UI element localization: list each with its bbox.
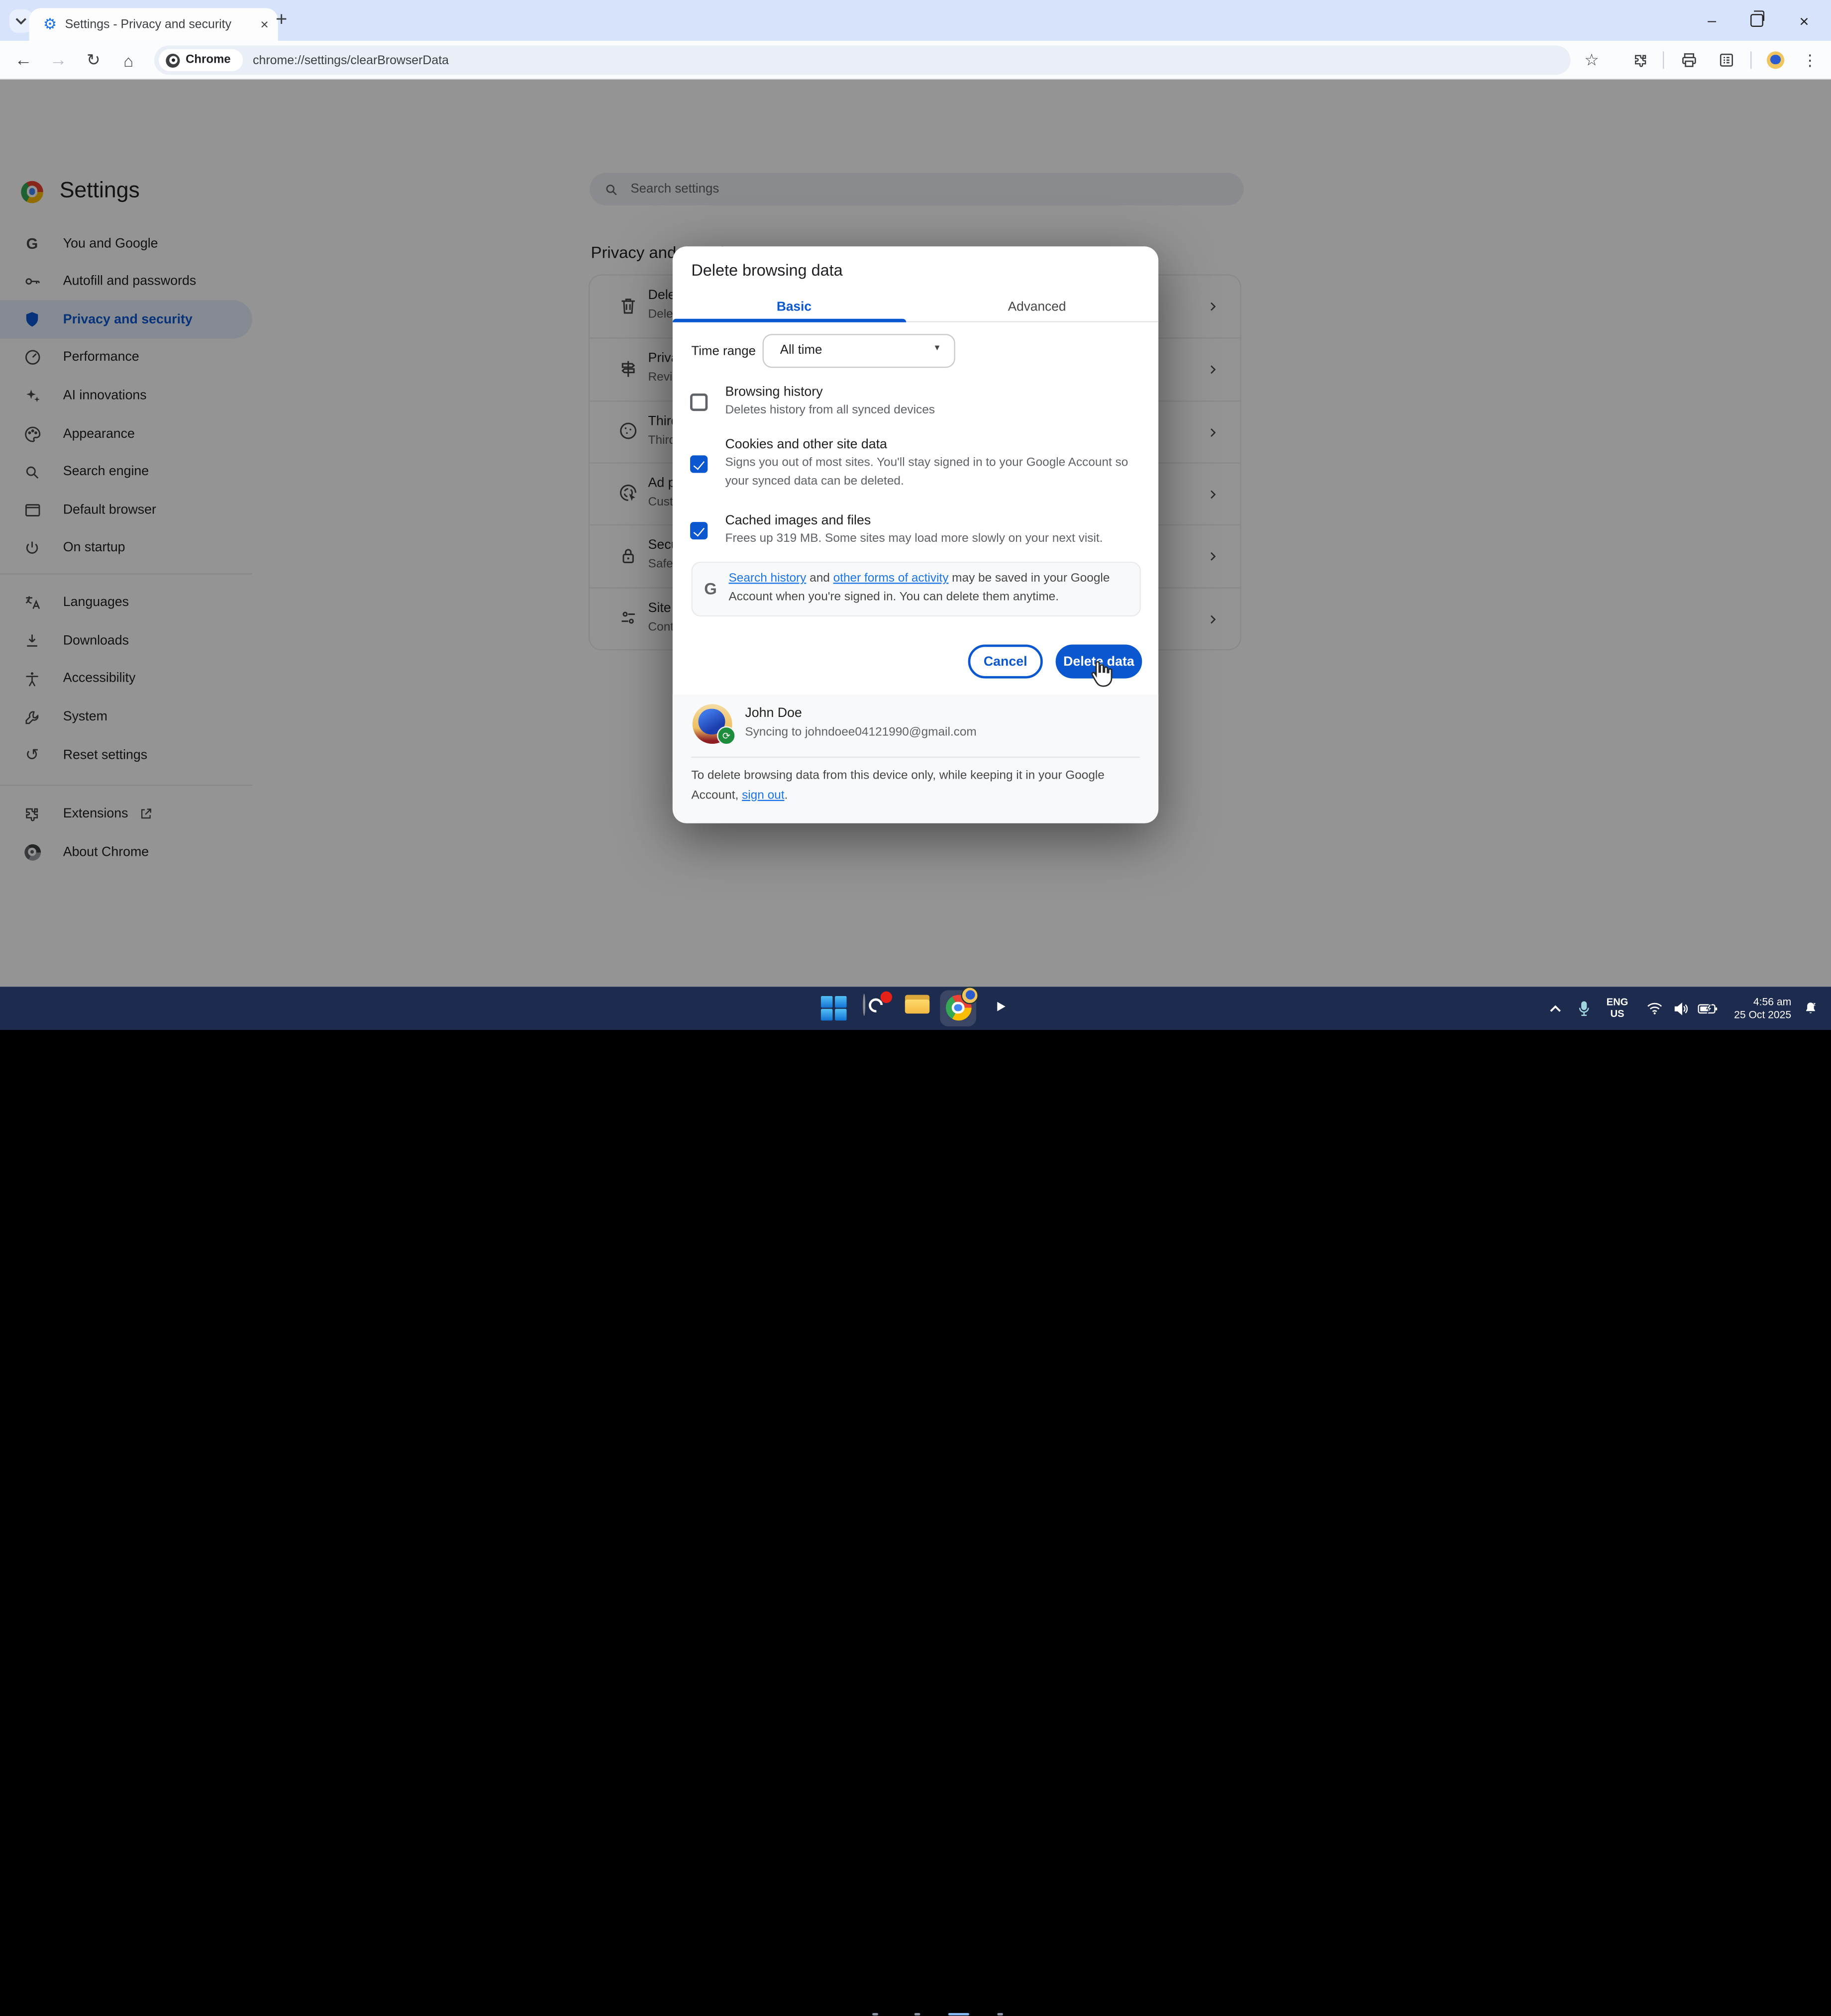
checkbox-label: Cached images and files bbox=[725, 513, 871, 528]
tray-time: 4:56 am bbox=[1753, 996, 1792, 1008]
account-sync-status: Syncing to johndoee04121990@gmail.com bbox=[745, 726, 977, 739]
checkbox-cached-images[interactable] bbox=[690, 522, 708, 540]
google-g-icon: G bbox=[704, 579, 717, 598]
chevron-up-icon bbox=[1550, 1005, 1561, 1011]
checkbox-description: Deletes history from all synced devices bbox=[725, 404, 935, 417]
footer-note: To delete browsing data from this device… bbox=[691, 769, 1105, 802]
running-app-indicator bbox=[997, 2012, 1004, 2016]
time-range-select[interactable]: All time ▼ bbox=[762, 334, 955, 368]
active-app-indicator bbox=[948, 2012, 969, 2016]
forward-button[interactable]: → bbox=[42, 41, 75, 79]
url-text[interactable]: chrome://settings/clearBrowserData bbox=[253, 53, 449, 67]
new-tab-button[interactable]: + bbox=[266, 4, 297, 35]
browser-toolbar: ← → ↻ ⌂ Chrome chrome://settings/clearBr… bbox=[0, 41, 1831, 80]
back-button[interactable]: ← bbox=[7, 41, 40, 79]
screen: ⚙ Settings - Privacy and security × + – … bbox=[0, 0, 1831, 2016]
volume-tray-icon[interactable] bbox=[1667, 987, 1693, 1030]
reload-button[interactable]: ↻ bbox=[77, 41, 110, 79]
account-name: John Doe bbox=[745, 706, 802, 721]
browser-tab[interactable]: ⚙ Settings - Privacy and security × bbox=[29, 8, 278, 41]
sign-out-link[interactable]: sign out bbox=[742, 789, 784, 802]
bookmark-star-icon[interactable]: ☆ bbox=[1576, 41, 1607, 79]
window-restore-button[interactable] bbox=[1736, 0, 1776, 41]
running-app-indicator bbox=[872, 2012, 878, 2016]
media-player-icon[interactable] bbox=[988, 995, 1014, 1021]
search-history-link[interactable]: Search history bbox=[728, 572, 806, 585]
windows-taskbar: ENG US 4:56 am 25 Oct 2025 z bbox=[0, 986, 1831, 2016]
extensions-icon[interactable] bbox=[1626, 41, 1656, 79]
reading-list-panel-icon[interactable] bbox=[1710, 41, 1742, 79]
file-explorer-icon[interactable] bbox=[905, 995, 931, 1021]
tab-title: Settings - Privacy and security bbox=[65, 17, 232, 32]
footer-divider bbox=[691, 756, 1140, 758]
checkbox-description: Frees up 319 MB. Some sites may load mor… bbox=[725, 532, 1103, 546]
site-info-chip[interactable]: Chrome bbox=[159, 49, 242, 72]
chevron-down-icon bbox=[15, 18, 26, 25]
address-bar[interactable]: Chrome chrome://settings/clearBrowserDat… bbox=[154, 45, 1571, 75]
dropdown-caret-icon: ▼ bbox=[933, 344, 941, 353]
tray-show-hidden-icons[interactable] bbox=[1544, 987, 1567, 1030]
checkbox-label: Browsing history bbox=[725, 385, 823, 400]
active-tab-underline bbox=[672, 318, 907, 322]
profile-badge bbox=[961, 986, 979, 1004]
tab-advanced[interactable]: Advanced bbox=[916, 291, 1158, 323]
running-app-indicator bbox=[914, 2012, 920, 2016]
time-range-value: All time bbox=[780, 343, 822, 358]
language-indicator[interactable]: ENG US bbox=[1602, 987, 1632, 1030]
tray-date: 25 Oct 2025 bbox=[1734, 1008, 1792, 1020]
toolbar-separator bbox=[1663, 51, 1664, 69]
chrome-app-active[interactable] bbox=[940, 986, 979, 1026]
info-text: Search history and other forms of activi… bbox=[728, 572, 1110, 604]
browser-titlebar: ⚙ Settings - Privacy and security × + – … bbox=[0, 0, 1831, 41]
microphone-tray-icon[interactable] bbox=[1572, 987, 1595, 1030]
start-button[interactable] bbox=[820, 995, 847, 1021]
notification-bell-icon[interactable]: z bbox=[1798, 987, 1822, 1030]
cancel-button[interactable]: Cancel bbox=[968, 644, 1043, 679]
chrome-site-icon bbox=[166, 53, 180, 67]
settings-gear-icon: ⚙ bbox=[43, 15, 57, 33]
google-account-info-box: G Search history and other forms of acti… bbox=[691, 561, 1141, 617]
clock[interactable]: 4:56 am 25 Oct 2025 bbox=[1714, 987, 1791, 1030]
obs-app-icon[interactable] bbox=[863, 991, 893, 1021]
dialog-footer: ⟳ John Doe Syncing to johndoee04121990@g… bbox=[672, 695, 1159, 823]
home-button[interactable]: ⌂ bbox=[112, 41, 145, 79]
window-close-button[interactable]: × bbox=[1784, 0, 1824, 41]
checkbox-label: Cookies and other site data bbox=[725, 438, 887, 452]
window-minimize-button[interactable]: – bbox=[1692, 0, 1732, 41]
delete-browsing-data-dialog: Delete browsing data Basic Advanced Time… bbox=[672, 246, 1159, 823]
checkbox-cookies[interactable] bbox=[690, 455, 708, 473]
svg-text:z: z bbox=[1813, 1002, 1815, 1007]
browser-menu-icon[interactable]: ⋮ bbox=[1796, 41, 1824, 79]
other-activity-link[interactable]: other forms of activity bbox=[833, 572, 949, 585]
dialog-title: Delete browsing data bbox=[691, 261, 843, 279]
site-chip-label: Chrome bbox=[186, 53, 231, 67]
profile-avatar[interactable] bbox=[1758, 41, 1791, 79]
print-icon[interactable] bbox=[1672, 41, 1705, 79]
toolbar-separator bbox=[1750, 51, 1752, 69]
mouse-cursor bbox=[1086, 659, 1117, 689]
sync-badge-icon: ⟳ bbox=[717, 726, 736, 745]
account-avatar: ⟳ bbox=[692, 704, 736, 745]
time-range-label: Time range bbox=[691, 344, 756, 359]
recording-badge bbox=[880, 991, 893, 1004]
checkbox-description: Signs you out of most sites. You'll stay… bbox=[725, 456, 1128, 489]
wifi-tray-icon[interactable] bbox=[1642, 987, 1668, 1030]
checkbox-browsing-history[interactable] bbox=[690, 393, 708, 411]
